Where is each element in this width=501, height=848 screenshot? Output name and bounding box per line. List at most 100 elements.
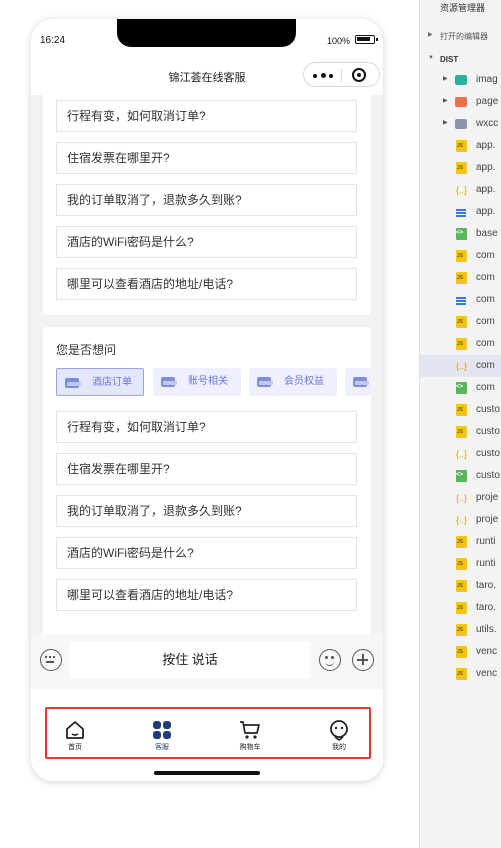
- tree-file[interactable]: runti: [420, 553, 501, 575]
- tree-file[interactable]: venc: [420, 663, 501, 685]
- faq-item[interactable]: 行程有变，如何取消订单?: [56, 100, 357, 132]
- wxml-file-icon: [456, 382, 467, 394]
- tree-file[interactable]: com: [420, 289, 501, 311]
- tree-file[interactable]: {..} com: [420, 355, 501, 377]
- chat-content[interactable]: 行程有变，如何取消订单? 住宿发票在哪里开? 我的订单取消了，退款多久到账? 酒…: [31, 95, 383, 635]
- tree-file[interactable]: {..} app.: [420, 179, 501, 201]
- wxml-file-icon: [456, 470, 467, 482]
- js-file-icon: [456, 338, 467, 350]
- file-name: app.: [476, 206, 496, 217]
- json-file-icon: {..}: [456, 493, 468, 503]
- tree-file[interactable]: runti: [420, 531, 501, 553]
- home-icon: [66, 721, 84, 739]
- tree-file[interactable]: {..} proje: [420, 487, 501, 509]
- tree-file[interactable]: app.: [420, 201, 501, 223]
- file-name: utils.: [476, 624, 497, 635]
- chip-hotel-order[interactable]: 酒店订单: [56, 368, 144, 396]
- file-name: com: [476, 294, 495, 305]
- file-name: imag: [476, 74, 498, 85]
- status-time: 16:24: [40, 35, 66, 46]
- css-file-icon: [456, 294, 467, 306]
- faq-item[interactable]: 酒店的WiFi密码是什么?: [56, 226, 357, 258]
- file-name: custo: [476, 404, 500, 415]
- more-icon[interactable]: [313, 73, 333, 78]
- explorer-title: 资源管理器: [440, 3, 486, 13]
- more-chip-icon: [353, 377, 369, 387]
- tab-mine[interactable]: 我的: [309, 716, 369, 756]
- tree-file[interactable]: com: [420, 245, 501, 267]
- js-file-icon: [456, 250, 467, 262]
- tree-file[interactable]: taro.: [420, 597, 501, 619]
- tree-file[interactable]: custo: [420, 421, 501, 443]
- tree-folder[interactable]: ▶ page: [420, 91, 501, 113]
- faq-item[interactable]: 我的订单取消了，退款多久到账?: [56, 184, 357, 216]
- file-name: app.: [476, 184, 496, 195]
- cart-icon: [240, 721, 260, 739]
- file-name: com: [476, 338, 495, 349]
- plus-icon[interactable]: [352, 649, 374, 671]
- phone-simulator: 16:24 100% 锦江荟在线客服 行程有变，如何取消订单? 住宿发票在哪里开…: [31, 19, 383, 781]
- chip-label: 会员权益: [284, 376, 324, 387]
- js-file-icon: [456, 426, 467, 438]
- tab-cart[interactable]: 购物车: [220, 716, 280, 756]
- open-editors-section[interactable]: ▶ 打开的编辑器: [420, 26, 501, 46]
- chip-more[interactable]: [345, 368, 371, 396]
- tree-file[interactable]: base: [420, 223, 501, 245]
- emoji-icon[interactable]: [319, 649, 341, 671]
- section-label: 打开的编辑器: [440, 32, 488, 41]
- js-file-icon: [456, 162, 467, 174]
- tree-file[interactable]: taro.: [420, 575, 501, 597]
- tab-service[interactable]: 客服: [132, 716, 192, 756]
- file-name: com: [476, 250, 495, 261]
- tree-file[interactable]: com: [420, 311, 501, 333]
- hold-to-talk-button[interactable]: 按住 说话: [70, 642, 310, 678]
- tree-file[interactable]: app.: [420, 157, 501, 179]
- tree-file[interactable]: com: [420, 377, 501, 399]
- tree-file[interactable]: custo: [420, 399, 501, 421]
- suggest-item[interactable]: 行程有变，如何取消订单?: [56, 411, 357, 443]
- js-file-icon: [456, 668, 467, 680]
- chip-account[interactable]: 账号相关: [153, 368, 241, 396]
- suggest-item[interactable]: 酒店的WiFi密码是什么?: [56, 537, 357, 569]
- tree-folder[interactable]: ▶ imag: [420, 69, 501, 91]
- file-name: proje: [476, 492, 499, 503]
- file-name: runti: [476, 558, 496, 569]
- chevron-right-icon: ▶: [443, 76, 448, 82]
- chat-input-bar: 按住 说话: [31, 635, 383, 689]
- suggest-item[interactable]: 哪里可以查看酒店的地址/电话?: [56, 579, 357, 611]
- chevron-down-icon: ▼: [428, 55, 434, 61]
- tree-file[interactable]: venc: [420, 641, 501, 663]
- tree-file[interactable]: app.: [420, 135, 501, 157]
- file-name: com: [476, 272, 495, 283]
- close-target-icon[interactable]: [352, 68, 366, 82]
- folder-gray-icon: [455, 119, 467, 129]
- tree-file[interactable]: com: [420, 267, 501, 289]
- faq-item[interactable]: 住宿发票在哪里开?: [56, 142, 357, 174]
- tab-label: 购物车: [239, 744, 261, 751]
- file-name: taro.: [476, 602, 497, 613]
- dist-section[interactable]: ▼ DIST: [420, 50, 501, 70]
- chip-label: 酒店订单: [92, 377, 132, 388]
- file-name: runti: [476, 536, 496, 547]
- suggest-item[interactable]: 住宿发票在哪里开?: [56, 453, 357, 485]
- tree-file[interactable]: {..} custo: [420, 443, 501, 465]
- suggest-item[interactable]: 我的订单取消了，退款多久到账?: [56, 495, 357, 527]
- tree-file[interactable]: {..} proje: [420, 509, 501, 531]
- tree-file[interactable]: com: [420, 333, 501, 355]
- section-label: DIST: [440, 55, 459, 64]
- faq-item[interactable]: 哪里可以查看酒店的地址/电话?: [56, 268, 357, 300]
- profile-icon: [330, 720, 348, 741]
- chip-member[interactable]: 会员权益: [249, 368, 337, 396]
- file-name: venc: [476, 668, 498, 679]
- chip-label: 账号相关: [188, 376, 228, 387]
- tree-file[interactable]: utils.: [420, 619, 501, 641]
- file-name: app.: [476, 162, 496, 173]
- chevron-right-icon: ▶: [428, 32, 433, 38]
- faq-card: 行程有变，如何取消订单? 住宿发票在哪里开? 我的订单取消了，退款多久到账? 酒…: [43, 95, 371, 315]
- tab-home[interactable]: 首页: [45, 716, 105, 756]
- tree-folder[interactable]: ▶ wxcc: [420, 113, 501, 135]
- keyboard-voice-icon[interactable]: [40, 649, 62, 671]
- grid-icon: [153, 721, 171, 739]
- suggest-card: 您是否想问 酒店订单 账号相关 会员权益 行程有变，如何取消订单? 住宿发票在哪…: [43, 327, 371, 635]
- tree-file[interactable]: custo: [420, 465, 501, 487]
